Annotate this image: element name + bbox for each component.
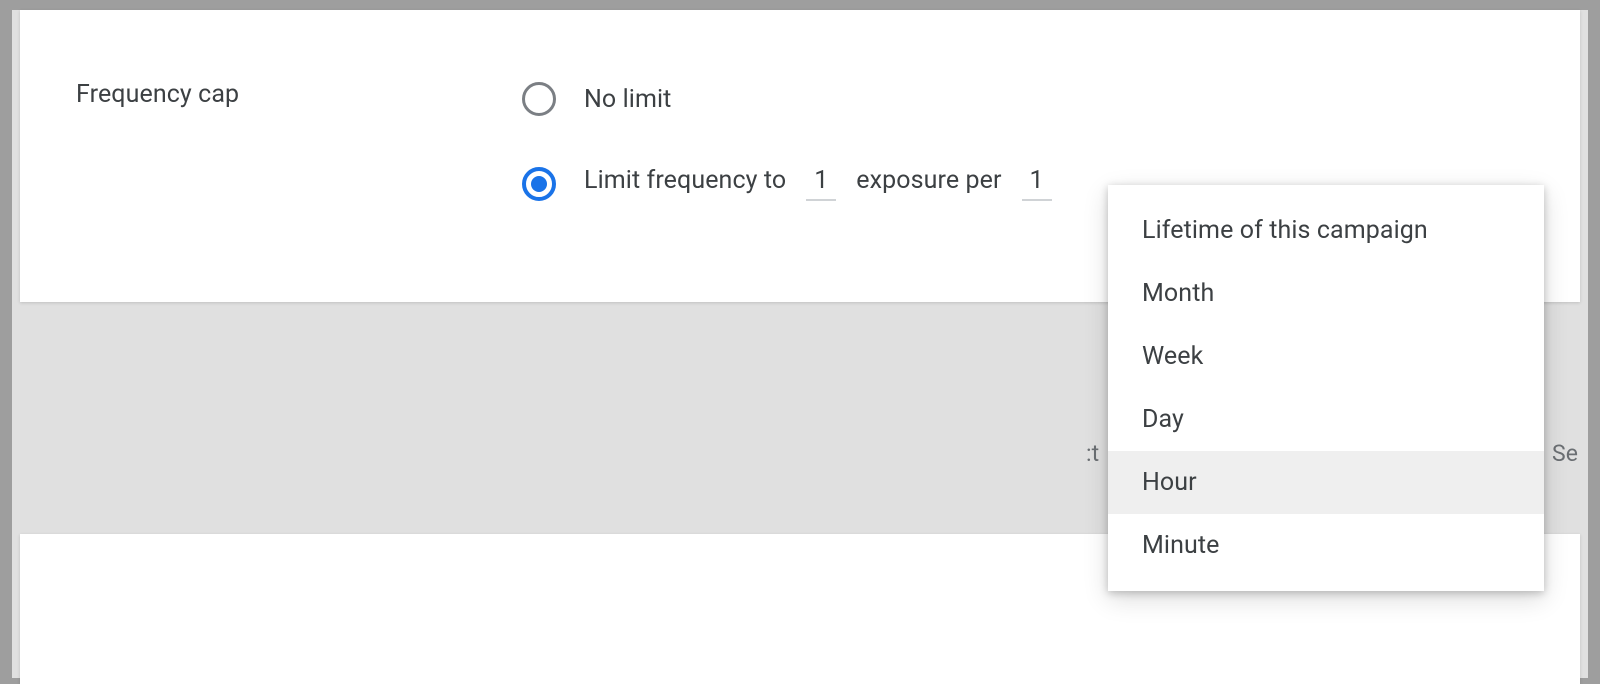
dropdown-item-month[interactable]: Month: [1108, 262, 1544, 325]
time-unit-dropdown: Lifetime of this campaign Month Week Day…: [1108, 185, 1544, 591]
dropdown-item-week[interactable]: Week: [1108, 325, 1544, 388]
period-count-input[interactable]: 1: [1022, 166, 1052, 201]
dropdown-item-day[interactable]: Day: [1108, 388, 1544, 451]
background-text-fragment: Se: [1552, 440, 1578, 467]
limit-prefix-text: Limit frequency to: [584, 166, 786, 195]
exposures-count-input[interactable]: 1: [806, 166, 836, 201]
settings-viewport: Frequency cap No limit Limit frequency t…: [12, 10, 1588, 678]
option-no-limit-label: No limit: [584, 85, 671, 114]
setting-title: Frequency cap: [76, 80, 522, 110]
dropdown-item-minute[interactable]: Minute: [1108, 514, 1544, 577]
option-no-limit[interactable]: No limit: [522, 82, 1056, 116]
radio-selected-icon[interactable]: [522, 167, 556, 201]
option-limit-frequency-label: Limit frequency to 1 exposure per 1: [584, 166, 1056, 201]
frequency-cap-options: No limit Limit frequency to 1 exposure p…: [522, 80, 1056, 201]
dropdown-item-lifetime[interactable]: Lifetime of this campaign: [1108, 199, 1544, 262]
frequency-cap-setting: Frequency cap No limit Limit frequency t…: [76, 80, 1524, 201]
background-text-fragment: :t: [1086, 440, 1099, 467]
option-limit-frequency[interactable]: Limit frequency to 1 exposure per 1: [522, 166, 1056, 201]
radio-unselected-icon[interactable]: [522, 82, 556, 116]
dropdown-item-hour[interactable]: Hour: [1108, 451, 1544, 514]
limit-mid-text: exposure per: [856, 166, 1001, 195]
